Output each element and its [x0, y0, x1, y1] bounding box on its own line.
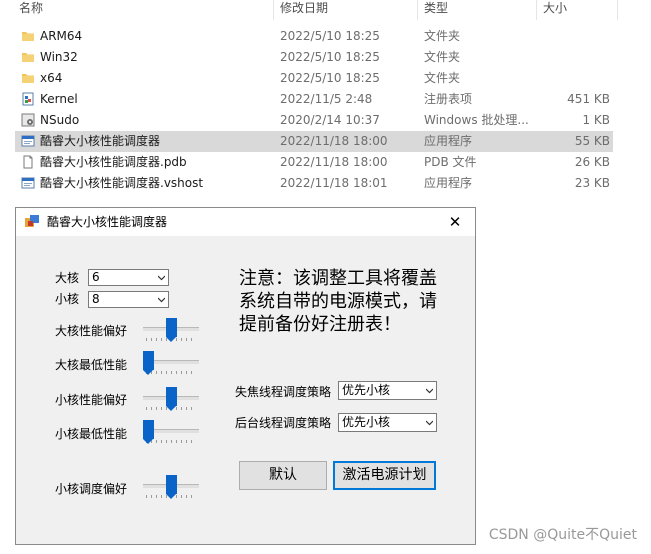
chevron-down-icon [158, 275, 165, 281]
file-date: 2022/5/10 18:25 [280, 50, 380, 64]
slider-thumb[interactable] [166, 387, 177, 411]
watermark: CSDN @Quite不Quiet [488, 527, 637, 543]
file-type: 应用程序 [424, 134, 473, 148]
file-row[interactable]: x64 2022/5/10 18:25 文件夹 [15, 68, 613, 89]
slider-thumb[interactable] [166, 475, 177, 499]
file-type: 应用程序 [424, 176, 473, 190]
column-size[interactable]: 大小 [543, 0, 567, 20]
column-type[interactable]: 类型 [424, 0, 448, 20]
activate-power-plan-button[interactable]: 激活电源计划 [333, 461, 436, 490]
foreground-policy-value: 优先小核 [342, 383, 391, 397]
small-core-label: 小核 [55, 292, 80, 306]
big-core-perf-pref-slider[interactable] [143, 318, 199, 344]
file-size: 26 KB [574, 155, 610, 169]
file-date: 2022/11/18 18:00 [280, 134, 388, 148]
foreground-policy-select[interactable]: 优先小核 [338, 381, 437, 400]
file-name: 酷睿大小核性能调度器 [40, 134, 161, 148]
column-name[interactable]: 名称 [19, 0, 43, 20]
file-row[interactable]: NSudo 2020/2/14 10:37 Windows 批处理... 1 KB [15, 110, 613, 131]
slider-label: 大核性能偏好 [55, 324, 128, 338]
small-core-perf-pref-slider[interactable] [143, 387, 199, 413]
chevron-down-icon [426, 388, 433, 394]
scheduler-dialog: 酷睿大小核性能调度器 ✕ 大核 6 小核 8 大核性能偏好 大核最低性能 小核性… [15, 207, 476, 545]
slider-thumb[interactable] [143, 420, 154, 444]
big-core-min-perf-slider[interactable] [143, 351, 199, 377]
file-type: Windows 批处理... [424, 113, 529, 127]
file-name: Win32 [40, 50, 78, 64]
file-row[interactable]: Win32 2022/5/10 18:25 文件夹 [15, 47, 613, 68]
big-core-value: 6 [92, 270, 100, 284]
column-divider[interactable] [417, 0, 418, 20]
small-core-value: 8 [92, 292, 100, 306]
file-size: 55 KB [574, 134, 610, 148]
file-type: PDB 文件 [424, 155, 477, 169]
column-date[interactable]: 修改日期 [280, 0, 328, 20]
file-date: 2022/5/10 18:25 [280, 29, 380, 43]
background-policy-value: 优先小核 [342, 415, 391, 429]
column-divider[interactable] [273, 0, 274, 20]
file-row[interactable]: 酷睿大小核性能调度器.vshost 2022/11/18 18:01 应用程序 23 … [15, 173, 613, 194]
title-bar[interactable]: 酷睿大小核性能调度器 ✕ [16, 208, 475, 236]
file-name: 酷睿大小核性能调度器.pdb [40, 155, 187, 169]
file-row[interactable]: 酷睿大小核性能调度器.pdb 2022/11/18 18:00 PDB 文件 26 K… [15, 152, 613, 173]
file-row[interactable]: Kernel 2022/11/5 2:48 注册表项 451 KB [15, 89, 613, 110]
file-date: 2022/11/18 18:01 [280, 176, 388, 190]
small-core-select[interactable]: 8 [88, 291, 169, 308]
background-policy-select[interactable]: 优先小核 [338, 413, 437, 432]
warning-notice: 注意：该调整工具将覆盖系统自带的电源模式，请提前备份好注册表！ [239, 268, 437, 335]
slider-label: 小核最低性能 [55, 427, 128, 441]
file-name: ARM64 [40, 29, 83, 43]
file-date: 2022/5/10 18:25 [280, 71, 380, 85]
file-type: 文件夹 [424, 50, 461, 64]
big-core-label: 大核 [55, 271, 80, 285]
chevron-down-icon [158, 297, 165, 303]
file-row[interactable]: ARM64 2022/5/10 18:25 文件夹 [15, 26, 613, 47]
file-name: 酷睿大小核性能调度器.vshost [40, 176, 204, 190]
window-title: 酷睿大小核性能调度器 [47, 215, 168, 229]
big-core-select[interactable]: 6 [88, 269, 169, 286]
file-type: 注册表项 [424, 92, 473, 106]
file-date: 2022/11/18 18:00 [280, 155, 388, 169]
file-size: 451 KB [567, 92, 610, 106]
slider-label: 小核调度偏好 [55, 482, 128, 496]
file-date: 2022/11/5 2:48 [280, 92, 373, 106]
file-size: 23 KB [574, 176, 610, 190]
slider-thumb[interactable] [143, 351, 154, 375]
slider-label: 小核性能偏好 [55, 393, 128, 407]
background-policy-label: 后台线程调度策略 [235, 416, 332, 430]
chevron-down-icon [426, 420, 433, 426]
foreground-policy-label: 失焦线程调度策略 [235, 385, 332, 399]
column-divider[interactable] [617, 0, 618, 20]
small-core-min-perf-slider[interactable] [143, 420, 199, 446]
file-type: 文件夹 [424, 71, 461, 85]
file-name: x64 [40, 71, 63, 85]
slider-thumb[interactable] [166, 318, 177, 342]
slider-label: 大核最低性能 [55, 358, 128, 372]
close-button[interactable]: ✕ [435, 208, 475, 236]
file-size: 1 KB [582, 113, 610, 127]
file-name: Kernel [40, 92, 78, 106]
file-type: 文件夹 [424, 29, 461, 43]
file-list-header: 名称 修改日期 类型 大小 [0, 0, 651, 20]
column-divider[interactable] [536, 0, 537, 20]
file-date: 2020/2/14 10:37 [280, 113, 380, 127]
file-row[interactable]: 酷睿大小核性能调度器 2022/11/18 18:00 应用程序 55 KB [15, 131, 613, 152]
file-name: NSudo [40, 113, 80, 127]
small-core-sched-pref-slider[interactable] [143, 475, 199, 501]
default-button[interactable]: 默认 [239, 461, 327, 490]
app-icon [25, 215, 39, 227]
